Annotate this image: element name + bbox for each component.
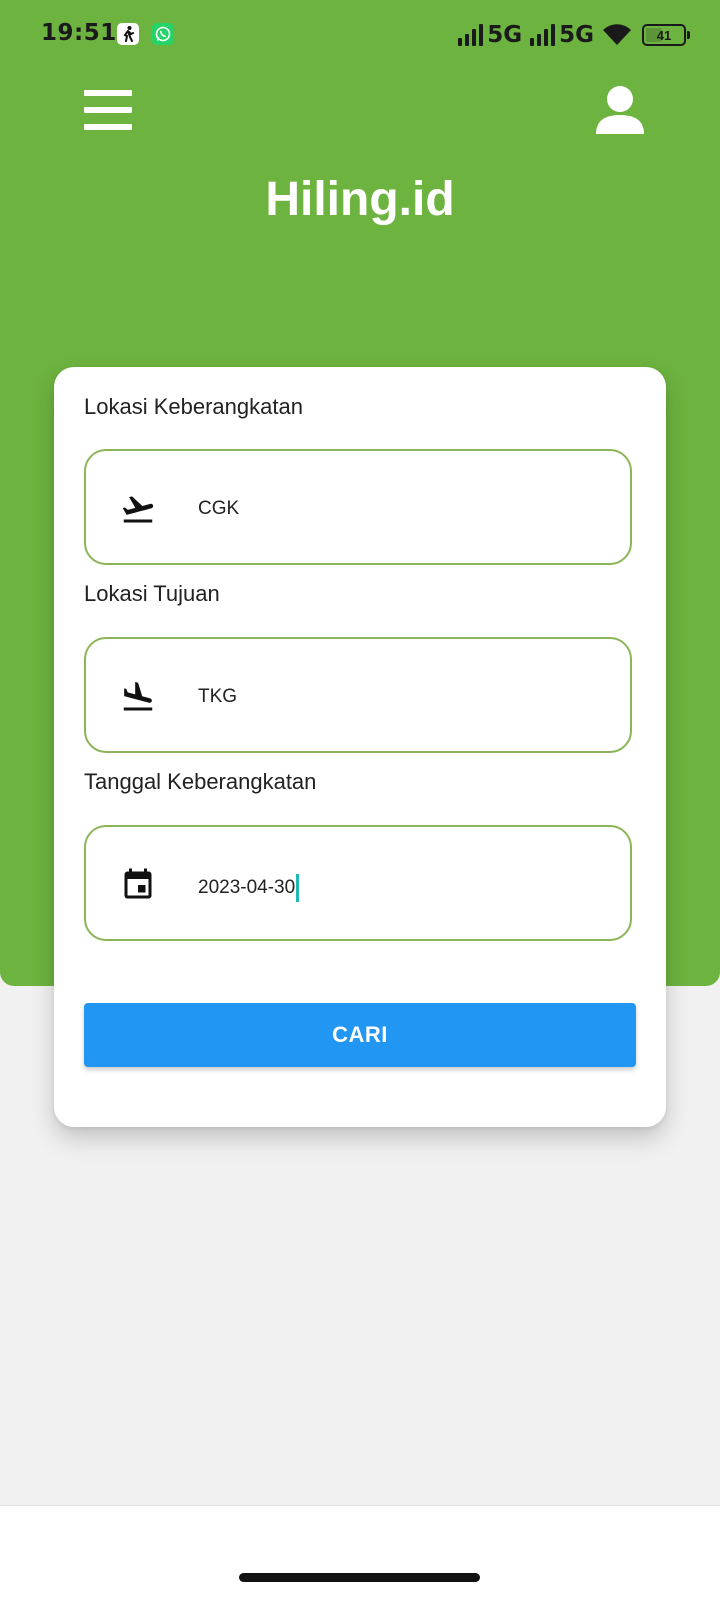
destination-label: Lokasi Tujuan [84, 581, 220, 606]
text-caret [296, 874, 300, 902]
status-bar: 19:51 5G 5G 41 [0, 0, 720, 70]
network-type-2: 5G [559, 22, 594, 48]
home-indicator[interactable] [239, 1573, 480, 1582]
running-person-app-icon [117, 23, 139, 45]
navigation-bar [0, 1505, 720, 1601]
person-icon[interactable] [594, 84, 646, 136]
whatsapp-icon [152, 23, 174, 45]
status-right-cluster: 5G 5G 41 [458, 20, 690, 50]
hamburger-menu-icon[interactable] [84, 90, 132, 130]
date-label: Tanggal Keberangkatan [84, 769, 317, 794]
calendar-icon [124, 868, 152, 899]
search-button[interactable]: CARI [84, 1003, 636, 1067]
flight-land-icon [123, 682, 153, 711]
status-time: 19:51 [41, 20, 117, 46]
destination-value: TKG [198, 686, 238, 707]
flight-takeoff-icon [122, 496, 154, 523]
battery-icon: 41 [642, 24, 690, 46]
flight-search-card: Lokasi Keberangkatan CGK Lokasi Tujuan T… [54, 367, 666, 1127]
departure-field[interactable]: CGK [84, 449, 632, 565]
network-type-1: 5G [487, 22, 523, 48]
battery-level: 41 [656, 27, 672, 43]
wifi-icon [603, 24, 631, 45]
app-title: Hiling.id [265, 173, 455, 226]
departure-label: Lokasi Keberangkatan [84, 394, 303, 419]
departure-value: CGK [198, 498, 240, 519]
signal-icon [458, 24, 484, 46]
destination-field[interactable]: TKG [84, 637, 632, 753]
date-value-text: 2023-04-30 [198, 877, 296, 898]
date-field[interactable]: 2023-04-30 [84, 825, 632, 941]
signal-icon [530, 24, 556, 46]
date-value: 2023-04-30 [198, 874, 300, 902]
